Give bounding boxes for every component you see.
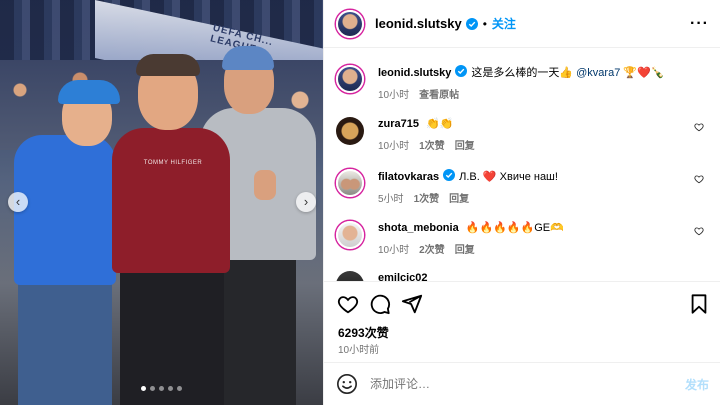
caption-item: leonid.slutsky 这是多么棒的一天👍 @kvara7 🏆❤️🍾 10小… (336, 65, 716, 101)
comment-time: 10小时 (378, 245, 410, 256)
carousel-dot (159, 386, 164, 391)
caption-text: 这是多么棒的一天👍 (471, 67, 574, 79)
post-side-panel: leonid.slutsky • 关注 ··· leonid.slutsky 这是… (323, 0, 720, 405)
comment-avatar[interactable] (336, 221, 364, 249)
like-heart-icon[interactable] (694, 174, 704, 184)
comment-composer: 发布 (324, 362, 720, 405)
comment-item: zura715 👏👏 10小时 1次赞 回复 (336, 117, 716, 152)
person-1-legs (18, 270, 112, 405)
carousel-dot (150, 386, 155, 391)
person-2-legs (120, 260, 224, 405)
like-heart-icon[interactable] (694, 122, 704, 132)
verified-badge-icon (443, 169, 456, 181)
comment-avatar[interactable] (336, 169, 364, 197)
like-count[interactable]: 6293次赞 (338, 324, 389, 341)
caption-avatar[interactable] (336, 65, 364, 93)
more-options-icon[interactable]: ··· (690, 15, 709, 33)
post-comment-button[interactable]: 发布 (685, 376, 709, 393)
carousel-dot (177, 386, 182, 391)
comment-likes[interactable]: 1次赞 (414, 190, 440, 205)
see-original-button[interactable]: 查看原帖 (419, 86, 459, 101)
emoji-icon[interactable] (336, 373, 358, 395)
like-heart-icon[interactable] (337, 293, 359, 315)
comment-time: 5小时 (378, 194, 404, 205)
save-bookmark-icon[interactable] (688, 293, 710, 315)
caption-mention-link[interactable]: @kvara7 (576, 67, 620, 79)
comments-list: leonid.slutsky 这是多么棒的一天👍 @kvara7 🏆❤️🍾 10小… (324, 49, 720, 281)
like-heart-icon[interactable] (694, 226, 704, 236)
comment-item: filatovkaras Л.В. ❤️ Хвиче наш! 5小时 1次赞 回… (336, 169, 716, 205)
comment-bubble-icon[interactable] (369, 293, 391, 315)
person-1-shirt (14, 135, 116, 285)
post-header: leonid.slutsky • 关注 ··· (324, 0, 720, 48)
separator-dot: • (482, 16, 487, 31)
person-1-cap (58, 80, 120, 104)
comment-text: Л.В. ❤️ Хвиче наш! (459, 171, 558, 183)
author-avatar[interactable] (336, 9, 364, 38)
comment-username[interactable]: shota_mebonia (378, 222, 459, 234)
carousel-dot (168, 386, 173, 391)
follow-button[interactable]: 关注 (492, 15, 516, 32)
post-time: 10小时前 (338, 345, 380, 356)
caption-emojis: 🏆❤️🍾 (623, 67, 665, 79)
comment-input[interactable] (370, 377, 600, 391)
caption-username[interactable]: leonid.slutsky (378, 67, 451, 79)
verified-badge-icon (465, 17, 478, 30)
action-bar (324, 281, 720, 325)
comment-time: 10小时 (378, 141, 410, 152)
comment-username[interactable]: filatovkaras (378, 171, 439, 183)
verified-badge-icon (455, 65, 468, 77)
reply-button[interactable]: 回复 (455, 137, 475, 152)
post-photo: UEFA CH... LEAGUE TOMMY HILFIGER ‹ › (0, 0, 323, 405)
comment-text: 👏👏 (426, 118, 454, 130)
carousel-dot (141, 386, 146, 391)
person-3-cap (222, 46, 274, 70)
carousel-next-button[interactable]: › (296, 192, 316, 212)
carousel-dots (0, 386, 323, 391)
thumbs-up-hand (254, 170, 276, 200)
chevron-right-icon: › (303, 194, 309, 209)
caption-time: 10小时 (378, 90, 410, 101)
comment-username[interactable]: zura715 (378, 118, 419, 130)
reply-button[interactable]: 回复 (449, 190, 469, 205)
carousel-prev-button[interactable]: ‹ (8, 192, 28, 212)
shirt-logo-text: TOMMY HILFIGER (143, 160, 203, 166)
comment-item: emilcic02 (336, 271, 716, 281)
comment-item: shota_mebonia 🔥🔥🔥🔥🔥GE🫶 10小时 2次赞 回复 (336, 221, 716, 256)
person-2-hair (136, 54, 200, 76)
share-send-icon[interactable] (401, 293, 423, 315)
chevron-left-icon: ‹ (15, 194, 21, 209)
author-username[interactable]: leonid.slutsky (375, 16, 462, 31)
person-3-legs (216, 250, 296, 405)
comment-username[interactable]: emilcic02 (378, 272, 428, 281)
comment-text: 🔥🔥🔥🔥🔥GE🫶 (465, 222, 564, 234)
comment-likes[interactable]: 2次赞 (419, 241, 445, 256)
person-2-shirt (112, 128, 230, 273)
reply-button[interactable]: 回复 (455, 241, 475, 256)
comment-avatar[interactable] (336, 117, 364, 145)
comment-avatar[interactable] (336, 271, 364, 281)
comment-likes[interactable]: 1次赞 (419, 137, 445, 152)
